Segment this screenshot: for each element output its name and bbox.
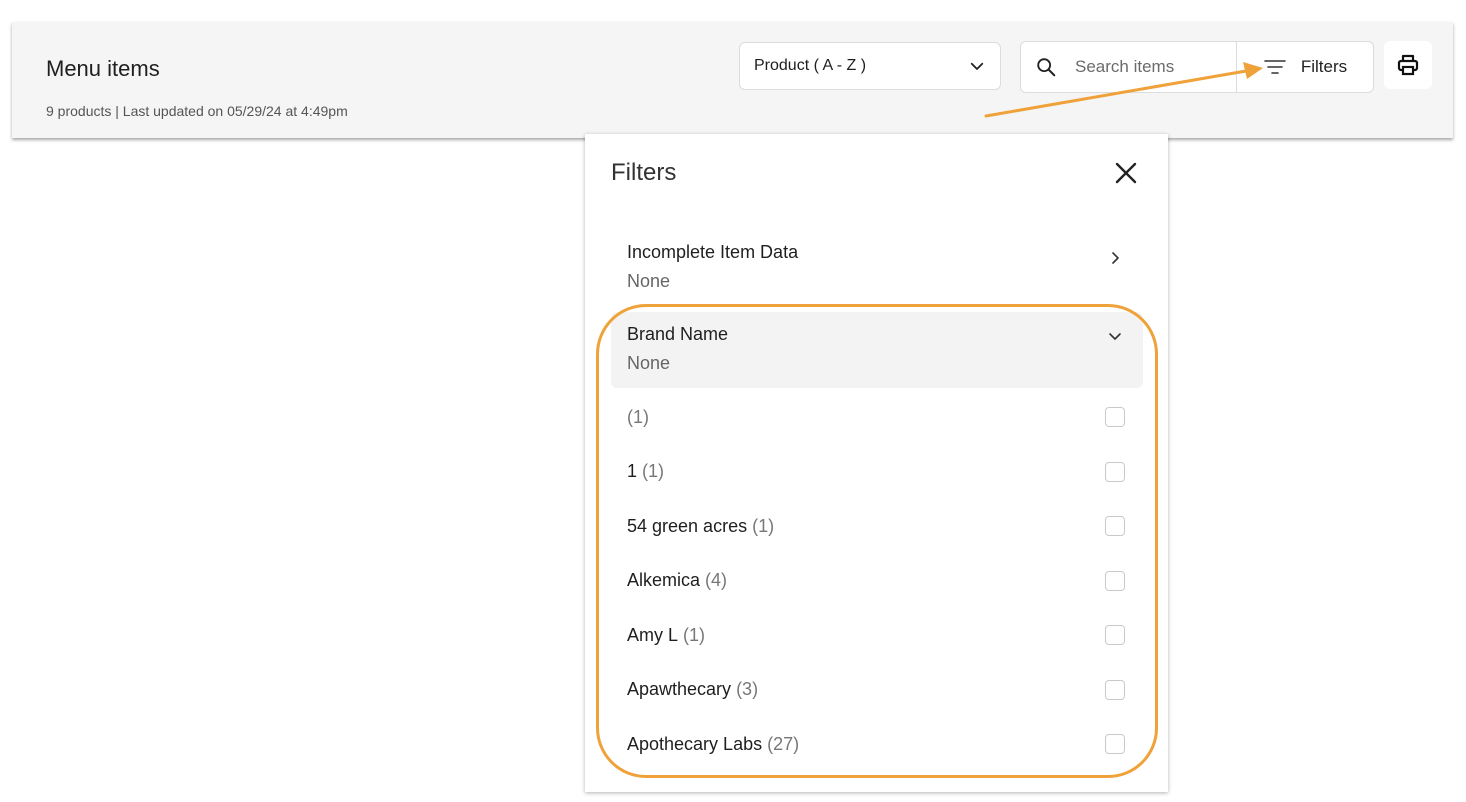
filter-section-value: None — [627, 271, 671, 291]
chevron-down-icon — [970, 62, 984, 70]
brand-option-checkbox[interactable] — [1105, 570, 1125, 591]
brand-option-label: 54 green acres — [627, 515, 748, 536]
page-subtitle: 9 products | Last updated on 05/29/24 at… — [46, 103, 348, 119]
filter-section-value: None — [627, 353, 671, 373]
brand-option-checkbox[interactable] — [1105, 461, 1125, 482]
printer-icon — [1397, 54, 1419, 76]
brand-options-list: (1) 1 (1) 54 green acres (1) Alkemica (4… — [611, 390, 1143, 772]
chevron-right-icon — [1112, 252, 1119, 264]
brand-option-count: (3) — [736, 679, 759, 700]
chevron-down-icon — [1109, 333, 1121, 340]
print-button[interactable] — [1384, 41, 1432, 89]
brand-option-checkbox[interactable] — [1105, 625, 1125, 646]
brand-option[interactable]: (1) — [611, 390, 1143, 445]
brand-option-count: (1) — [752, 515, 775, 536]
page-title: Menu items — [46, 56, 160, 81]
filter-section-incomplete-item-data[interactable]: Incomplete Item Data None — [611, 242, 1143, 312]
search-icon — [1037, 58, 1056, 77]
brand-option[interactable]: Amy L (1) — [611, 608, 1143, 663]
brand-option[interactable]: 54 green acres (1) — [611, 499, 1143, 554]
filter-section-name: Incomplete Item Data — [627, 242, 799, 262]
filter-section-name: Brand Name — [627, 324, 729, 344]
page-header: Menu items 9 products | Last updated on … — [12, 22, 1453, 138]
search-filter-group: Filters — [1020, 41, 1374, 93]
filters-button-label: Filters — [1300, 57, 1348, 76]
brand-option-label: Amy L — [627, 624, 679, 645]
filters-button[interactable]: Filters — [1237, 42, 1373, 92]
brand-option[interactable]: 1 (1) — [611, 445, 1143, 500]
brand-option-label: Alkemica — [627, 570, 701, 591]
close-icon — [1115, 162, 1137, 184]
brand-option-label: 1 — [627, 461, 638, 482]
brand-option-checkbox[interactable] — [1105, 679, 1125, 700]
brand-option-checkbox[interactable] — [1105, 407, 1125, 428]
filter-lines-icon — [1264, 60, 1286, 74]
brand-option-count: (4) — [705, 570, 728, 591]
brand-option-count: (1) — [627, 406, 649, 427]
sort-select[interactable]: Product ( A - Z ) — [739, 42, 1001, 90]
filter-section-brand-name[interactable]: Brand Name None — [611, 312, 1143, 388]
filters-panel-title: Filters — [611, 159, 677, 186]
brand-option-count: (27) — [767, 733, 800, 754]
close-filters-button[interactable] — [1111, 158, 1141, 188]
brand-option-label: Apawthecary — [627, 679, 732, 700]
brand-option[interactable]: Alkemica (4) — [611, 554, 1143, 609]
brand-option-checkbox[interactable] — [1105, 516, 1125, 537]
brand-option-count: (1) — [642, 461, 665, 482]
brand-option-count: (1) — [683, 624, 706, 645]
sort-selected-value: Product ( A - Z ) — [754, 57, 867, 74]
brand-option-checkbox[interactable] — [1105, 734, 1125, 755]
filters-panel: Filters Incomplete Item Data None Brand … — [585, 134, 1168, 792]
brand-option[interactable]: Apawthecary (3) — [611, 663, 1143, 718]
search-input[interactable] — [1073, 56, 1227, 78]
brand-option[interactable]: Apothecary Labs (27) — [611, 717, 1143, 772]
brand-option-label: Apothecary Labs — [627, 733, 763, 754]
search-box[interactable] — [1021, 42, 1237, 92]
